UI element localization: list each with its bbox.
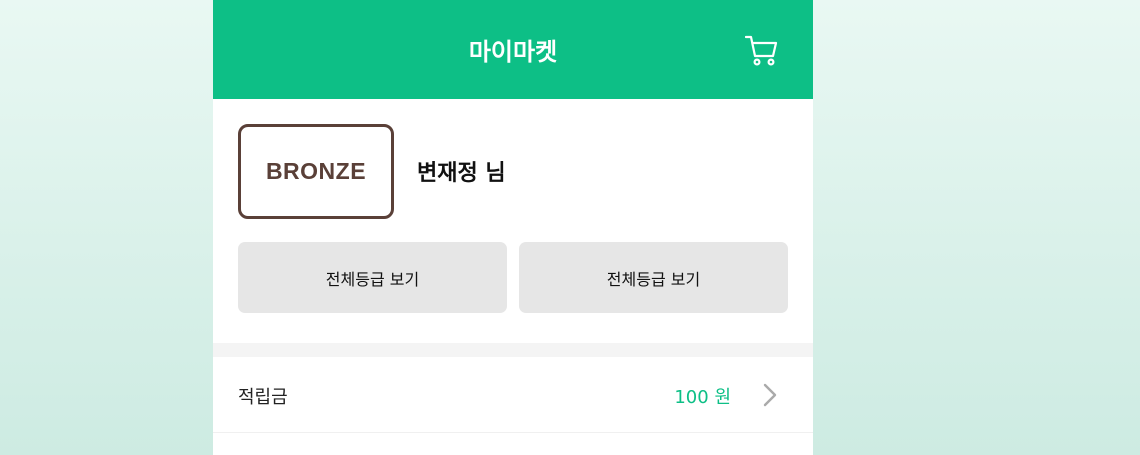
- points-label: 적립금: [238, 387, 288, 408]
- cart-icon[interactable]: [744, 34, 779, 68]
- grade-badge: BRONZE: [238, 124, 394, 219]
- app-screen: 마이마켓 BRONZE 변재정 님 전체등급 보기 전체등급 보기 적립금 10…: [213, 0, 813, 455]
- points-value: 100 원: [674, 387, 731, 408]
- section-divider: [213, 343, 813, 357]
- user-name: 변재정 님: [417, 161, 506, 186]
- chevron-right-icon: [763, 383, 777, 407]
- points-row[interactable]: 적립금 100 원: [213, 357, 813, 433]
- view-all-grades-button-2[interactable]: 전체등급 보기: [519, 242, 788, 313]
- profile-section: BRONZE 변재정 님 전체등급 보기 전체등급 보기: [213, 99, 813, 343]
- app-header: 마이마켓: [213, 0, 813, 99]
- page-title: 마이마켓: [468, 38, 558, 66]
- view-all-grades-button[interactable]: 전체등급 보기: [238, 242, 507, 313]
